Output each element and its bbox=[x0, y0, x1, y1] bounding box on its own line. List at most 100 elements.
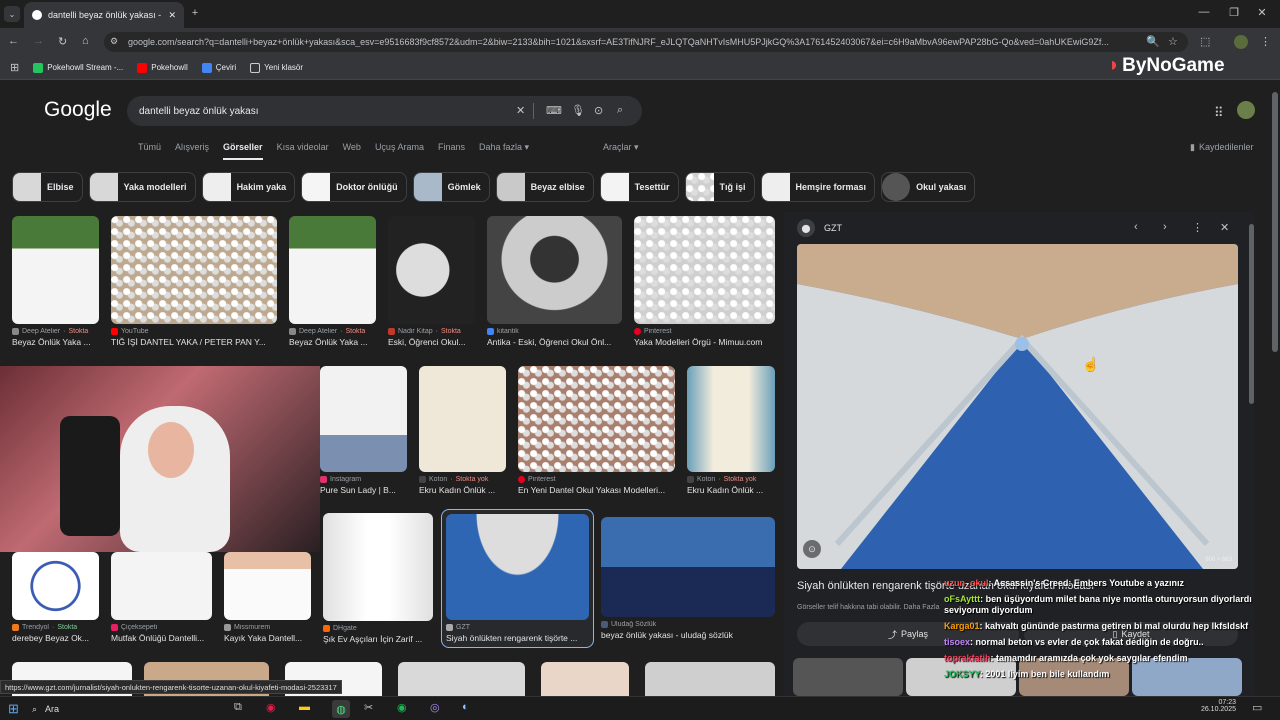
tab-shopping[interactable]: Alışveriş bbox=[175, 142, 209, 160]
result-card[interactable]: YouTube TIĞ İŞİ DANTEL YAKA / PETER PAN … bbox=[111, 216, 277, 347]
chip-tesettur[interactable]: Tesettür bbox=[599, 172, 679, 202]
bynogame-label: ByNoGame bbox=[1122, 54, 1225, 76]
lens-icon[interactable]: ⊙ bbox=[594, 104, 603, 117]
bookmark-star-icon[interactable]: ☆ bbox=[1168, 35, 1178, 48]
saved-button[interactable]: ▮ Kaydedilenler bbox=[1190, 142, 1254, 153]
chip-beyaz-elbise[interactable]: Beyaz elbise bbox=[495, 172, 594, 202]
result-card[interactable]: Çiçeksepeti Mutfak Önlüğü Dantelli... bbox=[111, 552, 212, 643]
result-card[interactable]: kitantik Antika - Eski, Öğrenci Okul Önl… bbox=[487, 216, 622, 347]
tab-search-icon[interactable]: ⌄ bbox=[4, 6, 20, 22]
bookmark-pokehowll-stream[interactable]: Pokehowll Stream -... bbox=[33, 62, 123, 73]
windows-start-icon[interactable]: ⊞ bbox=[8, 701, 19, 717]
related-image[interactable] bbox=[793, 658, 903, 696]
file-explorer-icon[interactable]: ▬ bbox=[299, 701, 310, 713]
next-image-icon[interactable]: › bbox=[1163, 221, 1167, 233]
apps-grid-icon[interactable]: ⊞ bbox=[10, 61, 19, 74]
bookmark-ceviri[interactable]: Çeviri bbox=[201, 62, 236, 73]
notifications-icon[interactable]: ▭ bbox=[1252, 701, 1262, 714]
result-card[interactable]: DHgate Şık Ev Aşçıları İçin Zarif ... bbox=[323, 513, 433, 644]
chip-hemsire-formasi[interactable]: Hemşire forması bbox=[760, 172, 876, 202]
account-avatar[interactable] bbox=[1237, 101, 1255, 119]
panel-scrollbar[interactable] bbox=[1249, 224, 1254, 404]
tab-images[interactable]: Görseller bbox=[223, 142, 263, 160]
new-tab-button[interactable]: + bbox=[188, 6, 202, 20]
result-card[interactable]: Koton · Stokta yok Ekru Kadın Önlük ... bbox=[687, 366, 775, 495]
task-view-icon[interactable]: ⧉ bbox=[234, 701, 242, 714]
bookmark-pokehowll[interactable]: Pokehowll bbox=[137, 62, 188, 73]
search-input[interactable]: dantelli beyaz önlük yakası ✕ ⌨ 🎙 ⊙ ⌕ bbox=[127, 96, 642, 126]
spotify-icon[interactable]: ◉ bbox=[397, 701, 407, 714]
microphone-icon[interactable]: 🎙 bbox=[571, 104, 585, 117]
taskbar-search[interactable]: ⌕ Ara bbox=[32, 700, 222, 718]
page-scrollbar[interactable] bbox=[1272, 92, 1278, 352]
forward-icon[interactable]: → bbox=[33, 35, 44, 47]
discord-icon[interactable]: ◎ bbox=[430, 701, 440, 714]
tools-button[interactable]: Araçlar ▾ bbox=[603, 142, 639, 153]
capcut-icon[interactable]: ✂ bbox=[364, 701, 373, 714]
result-card[interactable]: Missmurem Kayık Yaka Dantell... bbox=[224, 552, 311, 643]
chat-text: : normal beton vs evler de çok fakat ded… bbox=[970, 637, 1204, 647]
search-icon[interactable]: ⌕ bbox=[617, 104, 623, 117]
tab-web[interactable]: Web bbox=[343, 142, 361, 160]
google-logo[interactable]: Google bbox=[44, 98, 112, 122]
result-image-partial[interactable] bbox=[541, 662, 629, 696]
tab-flights[interactable]: Uçuş Arama bbox=[375, 142, 424, 160]
profile-avatar[interactable] bbox=[1234, 35, 1248, 49]
result-card[interactable]: Deep Atelier · Stokta Beyaz Önlük Yaka .… bbox=[12, 216, 99, 347]
chip-thumbnail bbox=[13, 173, 41, 201]
result-image-partial[interactable] bbox=[398, 662, 525, 696]
extensions-icon[interactable]: ⬚ bbox=[1200, 35, 1210, 48]
preview-source[interactable]: GZT bbox=[824, 223, 842, 233]
reload-icon[interactable]: ↻ bbox=[58, 35, 67, 48]
result-card[interactable]: Nadir Kitap · Stokta Eski, Öğrenci Okul.… bbox=[388, 216, 475, 347]
close-preview-icon[interactable]: ✕ bbox=[1220, 221, 1229, 234]
chrome-icon[interactable]: ◍ bbox=[332, 700, 350, 718]
chip-hakim-yaka[interactable]: Hakim yaka bbox=[201, 172, 296, 202]
url-text: google.com/search?q=dantelli+beyaz+önlük… bbox=[128, 37, 1109, 47]
restore-icon[interactable]: ❐ bbox=[1226, 6, 1242, 19]
preview-image[interactable]: ⊙ 900 × 663 bbox=[797, 244, 1238, 569]
result-card[interactable]: Pinterest En Yeni Dantel Okul Yakası Mod… bbox=[518, 366, 675, 495]
close-tab-icon[interactable]: ✕ bbox=[168, 10, 176, 21]
app-icon[interactable]: ◉ bbox=[266, 701, 276, 714]
result-card-selected[interactable]: GZT Siyah önlükten rengarenk tişörte ... bbox=[441, 509, 594, 648]
steam-icon[interactable]: ◐ bbox=[462, 701, 469, 713]
address-bar[interactable]: ⚙ google.com/search?q=dantelli+beyaz+önl… bbox=[104, 32, 1188, 52]
chip-label: Doktor önlüğü bbox=[336, 182, 398, 192]
more-options-icon[interactable]: ⋮ bbox=[1192, 221, 1203, 234]
window-close-icon[interactable]: ✕ bbox=[1254, 6, 1270, 19]
chip-elbise[interactable]: Elbise bbox=[12, 172, 83, 202]
back-icon[interactable]: ← bbox=[8, 35, 19, 47]
tab-short-videos[interactable]: Kısa videolar bbox=[277, 142, 329, 160]
browser-tab[interactable]: dantelli beyaz önlük yakası - Go ✕ bbox=[24, 2, 184, 28]
result-image-partial[interactable] bbox=[645, 662, 775, 696]
result-card[interactable]: Koton · Stokta yok Ekru Kadın Önlük ... bbox=[419, 366, 506, 495]
chip-tig-isi[interactable]: Tığ işi bbox=[684, 172, 755, 202]
more-link[interactable]: Daha Fazla bbox=[904, 604, 940, 611]
google-apps-icon[interactable]: ⠿ bbox=[1214, 105, 1224, 121]
minimize-icon[interactable]: — bbox=[1196, 6, 1212, 18]
menu-icon[interactable]: ⋮ bbox=[1260, 35, 1271, 48]
site-info-icon[interactable]: ⚙ bbox=[110, 36, 118, 47]
tab-more[interactable]: Daha fazla ▾ bbox=[479, 142, 529, 160]
bookmark-folder[interactable]: Yeni klasör bbox=[250, 62, 303, 73]
clock[interactable]: 07:23 26.10.2025 bbox=[1196, 699, 1236, 713]
clear-icon[interactable]: ✕ bbox=[516, 104, 525, 117]
result-card[interactable]: Pinterest Yaka Modelleri Örgü - Mimuu.co… bbox=[634, 216, 775, 347]
chip-okul-yakasi[interactable]: Okul yakası bbox=[881, 172, 976, 202]
source-label: Koton bbox=[697, 476, 716, 483]
result-card[interactable]: Uludağ Sözlük beyaz önlük yakası - uluda… bbox=[601, 517, 775, 640]
prev-image-icon[interactable]: ‹ bbox=[1134, 221, 1138, 233]
chip-gomlek[interactable]: Gömlek bbox=[412, 172, 490, 202]
result-card[interactable]: Deep Atelier · Stokta Beyaz Önlük Yaka .… bbox=[289, 216, 376, 347]
chip-doktor-onlugu[interactable]: Doktor önlüğü bbox=[301, 172, 407, 202]
lens-search-icon[interactable]: ⊙ bbox=[803, 540, 821, 558]
zoom-icon[interactable]: 🔍 bbox=[1146, 35, 1160, 48]
result-card[interactable]: Instagram Pure Sun Lady | B... bbox=[320, 366, 407, 495]
keyboard-icon[interactable]: ⌨ bbox=[546, 104, 562, 117]
result-card[interactable]: Trendyol · Stokta derebey Beyaz Ok... bbox=[12, 552, 99, 643]
home-icon[interactable]: ⌂ bbox=[82, 35, 89, 47]
chip-yaka-modelleri[interactable]: Yaka modelleri bbox=[88, 172, 196, 202]
tab-finance[interactable]: Finans bbox=[438, 142, 465, 160]
tab-all[interactable]: Tümü bbox=[138, 142, 161, 160]
